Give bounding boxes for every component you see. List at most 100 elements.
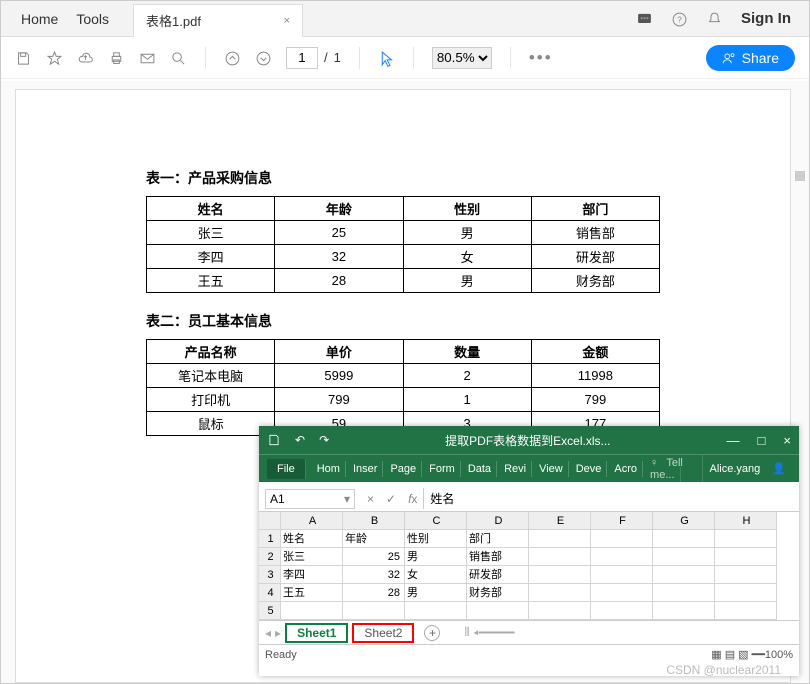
- sheet-hscroll[interactable]: ⦀ ◂━━━: [464, 625, 514, 640]
- ribbon-data[interactable]: Data: [463, 461, 497, 477]
- ribbon-tellme[interactable]: ♀ Tell me...: [645, 455, 702, 483]
- mail-icon[interactable]: [139, 48, 156, 68]
- cell[interactable]: 王五: [281, 584, 343, 602]
- cell[interactable]: [591, 584, 653, 602]
- cell[interactable]: [715, 548, 777, 566]
- row-header[interactable]: 1: [259, 530, 281, 548]
- cell[interactable]: 男: [405, 584, 467, 602]
- col-header[interactable]: B: [343, 512, 405, 530]
- cell[interactable]: [281, 602, 343, 620]
- zoom-label[interactable]: 100%: [765, 649, 793, 661]
- nav-home[interactable]: Home: [21, 11, 58, 27]
- row-header[interactable]: 5: [259, 602, 281, 620]
- cell[interactable]: [529, 548, 591, 566]
- search-icon[interactable]: [170, 48, 187, 68]
- ribbon-file[interactable]: File: [267, 459, 306, 479]
- cell[interactable]: 男: [405, 548, 467, 566]
- fx-confirm-icon[interactable]: ✓: [380, 492, 402, 506]
- excel-grid[interactable]: ABCDEFGH1姓名年龄性别部门2张三25男销售部3李四32女研发部4王五28…: [259, 512, 799, 620]
- cell[interactable]: [591, 530, 653, 548]
- star-icon[interactable]: [46, 48, 63, 68]
- cell[interactable]: [529, 584, 591, 602]
- vscrollbar[interactable]: [795, 171, 805, 181]
- page-input[interactable]: [286, 47, 318, 69]
- col-header[interactable]: G: [653, 512, 715, 530]
- cell[interactable]: [715, 584, 777, 602]
- row-header[interactable]: 4: [259, 584, 281, 602]
- name-box[interactable]: A1▾: [265, 489, 355, 509]
- cell[interactable]: 28: [343, 584, 405, 602]
- ribbon-review[interactable]: Revi: [499, 461, 532, 477]
- cell[interactable]: [591, 548, 653, 566]
- cell[interactable]: [529, 530, 591, 548]
- ribbon-view[interactable]: View: [534, 461, 569, 477]
- ribbon-insert[interactable]: Inser: [348, 461, 383, 477]
- excel-restore-icon[interactable]: □: [758, 433, 766, 448]
- view-normal-icon[interactable]: ▦ ▤ ▧ ━━: [711, 648, 765, 661]
- excel-close-icon[interactable]: ×: [783, 433, 791, 448]
- cell[interactable]: 销售部: [467, 548, 529, 566]
- ribbon-home[interactable]: Hom: [312, 461, 346, 477]
- col-header[interactable]: F: [591, 512, 653, 530]
- cell[interactable]: [467, 602, 529, 620]
- col-header[interactable]: E: [529, 512, 591, 530]
- sheet-add-button[interactable]: +: [424, 625, 440, 641]
- close-icon[interactable]: ×: [284, 15, 290, 27]
- excel-min-icon[interactable]: —: [727, 433, 740, 448]
- col-header[interactable]: C: [405, 512, 467, 530]
- cell[interactable]: [715, 602, 777, 620]
- cell[interactable]: 女: [405, 566, 467, 584]
- cell[interactable]: [529, 602, 591, 620]
- cell[interactable]: [653, 584, 715, 602]
- nav-tools[interactable]: Tools: [76, 11, 109, 27]
- cell[interactable]: [653, 566, 715, 584]
- fx-icon[interactable]: fx: [402, 492, 423, 506]
- cell[interactable]: 年龄: [343, 530, 405, 548]
- excel-redo-icon[interactable]: ↷: [319, 433, 329, 447]
- row-header[interactable]: 2: [259, 548, 281, 566]
- excel-save-icon[interactable]: [267, 433, 281, 448]
- cursor-icon[interactable]: [378, 48, 395, 68]
- zoom-select[interactable]: 80.5%: [432, 47, 492, 69]
- help-icon[interactable]: ?: [671, 9, 688, 29]
- ribbon-dev[interactable]: Deve: [571, 461, 608, 477]
- sign-in-link[interactable]: Sign In: [741, 10, 791, 27]
- cell[interactable]: 姓名: [281, 530, 343, 548]
- cell[interactable]: 李四: [281, 566, 343, 584]
- cell[interactable]: 财务部: [467, 584, 529, 602]
- cell[interactable]: [653, 602, 715, 620]
- sheet-tab-2[interactable]: Sheet2: [352, 623, 414, 643]
- cell[interactable]: [715, 566, 777, 584]
- cell[interactable]: 研发部: [467, 566, 529, 584]
- cloud-upload-icon[interactable]: [77, 48, 94, 68]
- excel-undo-icon[interactable]: ↶: [295, 433, 305, 447]
- bell-icon[interactable]: [706, 9, 723, 29]
- ribbon-acro[interactable]: Acro: [609, 461, 643, 477]
- cell[interactable]: 部门: [467, 530, 529, 548]
- sheet-tab-1[interactable]: Sheet1: [285, 623, 348, 643]
- sheet-nav-first[interactable]: ◂: [265, 626, 271, 640]
- cell[interactable]: 性别: [405, 530, 467, 548]
- col-header[interactable]: D: [467, 512, 529, 530]
- formula-value[interactable]: 姓名: [423, 488, 799, 509]
- document-tab[interactable]: 表格1.pdf ×: [133, 4, 303, 37]
- cell[interactable]: [653, 548, 715, 566]
- print-icon[interactable]: [108, 48, 125, 68]
- cell[interactable]: [405, 602, 467, 620]
- ribbon-share-icon[interactable]: 👤: [767, 460, 791, 477]
- cell[interactable]: [591, 566, 653, 584]
- row-header[interactable]: 3: [259, 566, 281, 584]
- cell[interactable]: [715, 530, 777, 548]
- cell[interactable]: 张三: [281, 548, 343, 566]
- more-icon[interactable]: •••: [529, 48, 553, 68]
- cell[interactable]: [343, 602, 405, 620]
- corner[interactable]: [259, 512, 281, 530]
- chat-icon[interactable]: [636, 9, 653, 29]
- ribbon-user[interactable]: Alice.yang: [705, 461, 766, 477]
- ribbon-page[interactable]: Page: [385, 461, 422, 477]
- page-up-icon[interactable]: [224, 48, 241, 68]
- share-button[interactable]: Share: [706, 45, 795, 71]
- sheet-nav-prev[interactable]: ▸: [275, 626, 281, 640]
- cell[interactable]: 25: [343, 548, 405, 566]
- cell[interactable]: 32: [343, 566, 405, 584]
